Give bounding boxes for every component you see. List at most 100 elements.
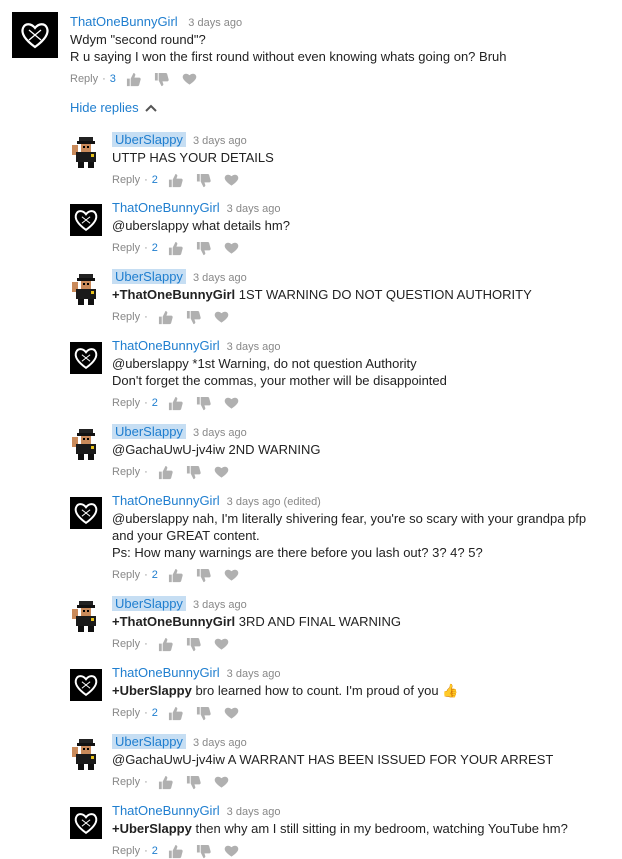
thumbs-down-icon[interactable]: [196, 172, 212, 188]
thumbs-down-icon[interactable]: [196, 705, 212, 721]
heart-avatar-icon: [74, 503, 98, 525]
avatar[interactable]: [70, 204, 102, 236]
thumbs-up-icon[interactable]: [168, 240, 184, 256]
reply-button[interactable]: Reply: [112, 397, 140, 409]
thumbs-up-icon[interactable]: [126, 71, 142, 87]
heart-icon[interactable]: [182, 71, 198, 87]
heart-avatar-icon: [74, 348, 98, 370]
heart-icon[interactable]: [224, 843, 240, 859]
mention[interactable]: +ThatOneBunnyGirl: [112, 287, 235, 302]
separator: ·: [144, 311, 148, 323]
comment-actions: Reply · 2: [112, 240, 608, 256]
thumbs-down-icon[interactable]: [186, 774, 202, 790]
comment-author[interactable]: ThatOneBunnyGirl: [112, 493, 220, 508]
comment-time[interactable]: 3 days ago (edited): [227, 496, 321, 508]
thumbs-up-icon[interactable]: [158, 309, 174, 325]
comment-author[interactable]: UberSlappy: [112, 424, 186, 439]
reply-button[interactable]: Reply: [112, 707, 140, 719]
heart-icon[interactable]: [224, 240, 240, 256]
thumbs-down-icon[interactable]: [196, 567, 212, 583]
comment-time[interactable]: 3 days ago: [193, 737, 247, 749]
heart-icon[interactable]: [224, 567, 240, 583]
reply-button[interactable]: Reply: [112, 242, 140, 254]
comment-time[interactable]: 3 days ago: [227, 203, 281, 215]
comment-author[interactable]: ThatOneBunnyGirl: [112, 338, 220, 353]
reply-button[interactable]: Reply: [112, 776, 140, 788]
avatar[interactable]: [70, 807, 102, 839]
hide-replies-toggle[interactable]: Hide replies: [70, 100, 157, 115]
thumbs-up-icon[interactable]: [168, 395, 184, 411]
heart-icon[interactable]: [214, 636, 230, 652]
avatar[interactable]: [12, 12, 58, 58]
comment-author[interactable]: ThatOneBunnyGirl: [112, 200, 220, 215]
thumbs-down-icon[interactable]: [186, 309, 202, 325]
thumbs-down-icon[interactable]: [154, 71, 170, 87]
avatar[interactable]: [70, 136, 102, 168]
comment-author[interactable]: UberSlappy: [112, 596, 186, 611]
comment-time[interactable]: 3 days ago: [227, 806, 281, 818]
comment-author[interactable]: ThatOneBunnyGirl: [112, 803, 220, 818]
comment-author[interactable]: UberSlappy: [112, 132, 186, 147]
comment-text: UTTP HAS YOUR DETAILS: [112, 149, 608, 166]
reply-button[interactable]: Reply: [112, 638, 140, 650]
comment-text: @GachaUwU-jv4iw 2ND WARNING: [112, 441, 608, 458]
avatar[interactable]: [70, 738, 102, 770]
comment-text: +UberSlappy then why am I still sitting …: [112, 820, 608, 837]
comment-time[interactable]: 3 days ago: [193, 427, 247, 439]
comment-text: +UberSlappy bro learned how to count. I'…: [112, 682, 608, 699]
avatar[interactable]: [70, 342, 102, 374]
heart-icon[interactable]: [224, 172, 240, 188]
heart-icon[interactable]: [224, 395, 240, 411]
avatar[interactable]: [70, 497, 102, 529]
heart-icon[interactable]: [214, 774, 230, 790]
comment-author[interactable]: ThatOneBunnyGirl: [112, 665, 220, 680]
avatar[interactable]: [70, 428, 102, 460]
mention[interactable]: +ThatOneBunnyGirl: [112, 614, 235, 629]
comment-time[interactable]: 3 days ago: [188, 17, 242, 29]
thumbs-down-icon[interactable]: [196, 843, 212, 859]
comment-actions: Reply · 3: [70, 71, 610, 87]
mention[interactable]: +UberSlappy: [112, 821, 192, 836]
comment-text: @uberslappy what details hm?: [112, 217, 608, 234]
thumbs-up-icon[interactable]: [168, 172, 184, 188]
avatar[interactable]: [70, 273, 102, 305]
reply-button[interactable]: Reply: [112, 466, 140, 478]
comment-author[interactable]: UberSlappy: [112, 734, 186, 749]
thumbs-down-icon[interactable]: [196, 395, 212, 411]
thumbs-down-icon[interactable]: [186, 636, 202, 652]
comment-time[interactable]: 3 days ago: [193, 272, 247, 284]
heart-icon[interactable]: [214, 464, 230, 480]
reply-button[interactable]: Reply: [112, 174, 140, 186]
comment-author[interactable]: ThatOneBunnyGirl: [70, 14, 178, 29]
thumbs-up-icon[interactable]: [158, 636, 174, 652]
thumbs-down-icon[interactable]: [186, 464, 202, 480]
comment-time[interactable]: 3 days ago: [227, 668, 281, 680]
reply-button[interactable]: Reply: [112, 845, 140, 857]
like-count: 2: [151, 707, 158, 719]
thumbs-up-icon[interactable]: [168, 567, 184, 583]
comment-time[interactable]: 3 days ago: [193, 599, 247, 611]
heart-avatar-icon: [21, 23, 49, 49]
comment-body: then why am I still sitting in my bedroo…: [191, 821, 568, 836]
police-avatar-icon: [72, 274, 96, 305]
avatar[interactable]: [70, 669, 102, 701]
heart-icon[interactable]: [214, 309, 230, 325]
reply-button[interactable]: Reply: [70, 73, 98, 85]
avatar[interactable]: [70, 600, 102, 632]
reply-button[interactable]: Reply: [112, 311, 140, 323]
comment-actions: Reply ·: [112, 636, 608, 652]
thumbs-down-icon[interactable]: [196, 240, 212, 256]
thumbs-up-icon[interactable]: [158, 774, 174, 790]
comment-time[interactable]: 3 days ago: [227, 341, 281, 353]
thumbs-up-icon[interactable]: [158, 464, 174, 480]
separator: ·: [144, 569, 148, 581]
mention[interactable]: +UberSlappy: [112, 683, 192, 698]
thumbs-up-icon[interactable]: [168, 705, 184, 721]
comment-author[interactable]: UberSlappy: [112, 269, 186, 284]
reply-button[interactable]: Reply: [112, 569, 140, 581]
heart-icon[interactable]: [224, 705, 240, 721]
comment-text: @uberslappy *1st Warning, do not questio…: [112, 355, 608, 389]
thumbs-up-icon[interactable]: [168, 843, 184, 859]
comment-time[interactable]: 3 days ago: [193, 135, 247, 147]
like-count: 2: [151, 569, 158, 581]
